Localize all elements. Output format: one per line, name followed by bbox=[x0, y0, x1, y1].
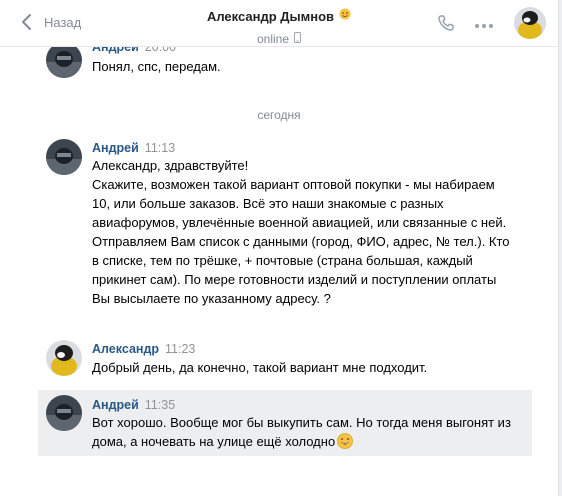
message-author: Андрей 11:35 bbox=[92, 398, 175, 412]
emoji-icon bbox=[339, 7, 351, 25]
message-time: 11:13 bbox=[144, 141, 176, 155]
contact-avatar[interactable] bbox=[514, 7, 546, 39]
message-text-wrap: Вот хорошо. Вообще мог бы выкупить сам. … bbox=[92, 413, 512, 454]
message-text: Вот хорошо. Вообще мог бы выкупить сам. … bbox=[92, 415, 511, 449]
call-button[interactable] bbox=[436, 13, 456, 38]
avatar[interactable] bbox=[46, 42, 82, 78]
message-author: Александр 11:23 bbox=[92, 342, 195, 356]
mobile-icon bbox=[294, 30, 302, 48]
date-divider: сегодня bbox=[257, 108, 301, 122]
message-item[interactable]: Андрей 11:13 Александр, здравствуйте! Ска… bbox=[38, 134, 532, 326]
avatar[interactable] bbox=[46, 340, 82, 376]
author-name[interactable]: Андрей bbox=[92, 398, 139, 412]
more-actions-button[interactable] bbox=[474, 18, 494, 36]
message-item-selected[interactable]: Андрей 11:35 Вот хорошо. Вообще мог бы вы… bbox=[38, 390, 532, 456]
author-name[interactable]: Андрей bbox=[92, 141, 139, 155]
message-time: 11:35 bbox=[144, 398, 176, 412]
message-item[interactable]: Александр 11:23 Добрый день, да конечно, … bbox=[38, 336, 532, 384]
phone-icon bbox=[438, 15, 454, 31]
message-text: Александр, здравствуйте! Скажите, возмож… bbox=[92, 158, 510, 306]
avatar[interactable] bbox=[46, 395, 82, 431]
dialog-title-block[interactable]: Александр Дымнов online bbox=[140, 7, 418, 48]
online-status: online bbox=[256, 32, 290, 46]
message-author: Андрей 11:13 bbox=[92, 141, 175, 155]
laughing-emoji-icon bbox=[337, 433, 354, 454]
author-name[interactable]: Александр bbox=[92, 342, 159, 356]
message-text: Понял, спс, передам. bbox=[92, 59, 221, 74]
back-button[interactable]: Назад bbox=[18, 12, 81, 32]
message-text: Добрый день, да конечно, такой вариант м… bbox=[92, 360, 428, 375]
back-label: Назад bbox=[44, 14, 82, 30]
dialog-header: Назад Александр Дымнов online bbox=[0, 0, 558, 47]
avatar[interactable] bbox=[46, 139, 82, 175]
chevron-left-icon bbox=[22, 14, 31, 30]
message-time: 11:23 bbox=[165, 342, 196, 356]
dialog-panel: Андрей 20:00 Понял, спс, передам. сегодня… bbox=[0, 0, 559, 496]
contact-name[interactable]: Александр Дымнов bbox=[207, 9, 334, 24]
more-dots-icon bbox=[475, 24, 493, 28]
